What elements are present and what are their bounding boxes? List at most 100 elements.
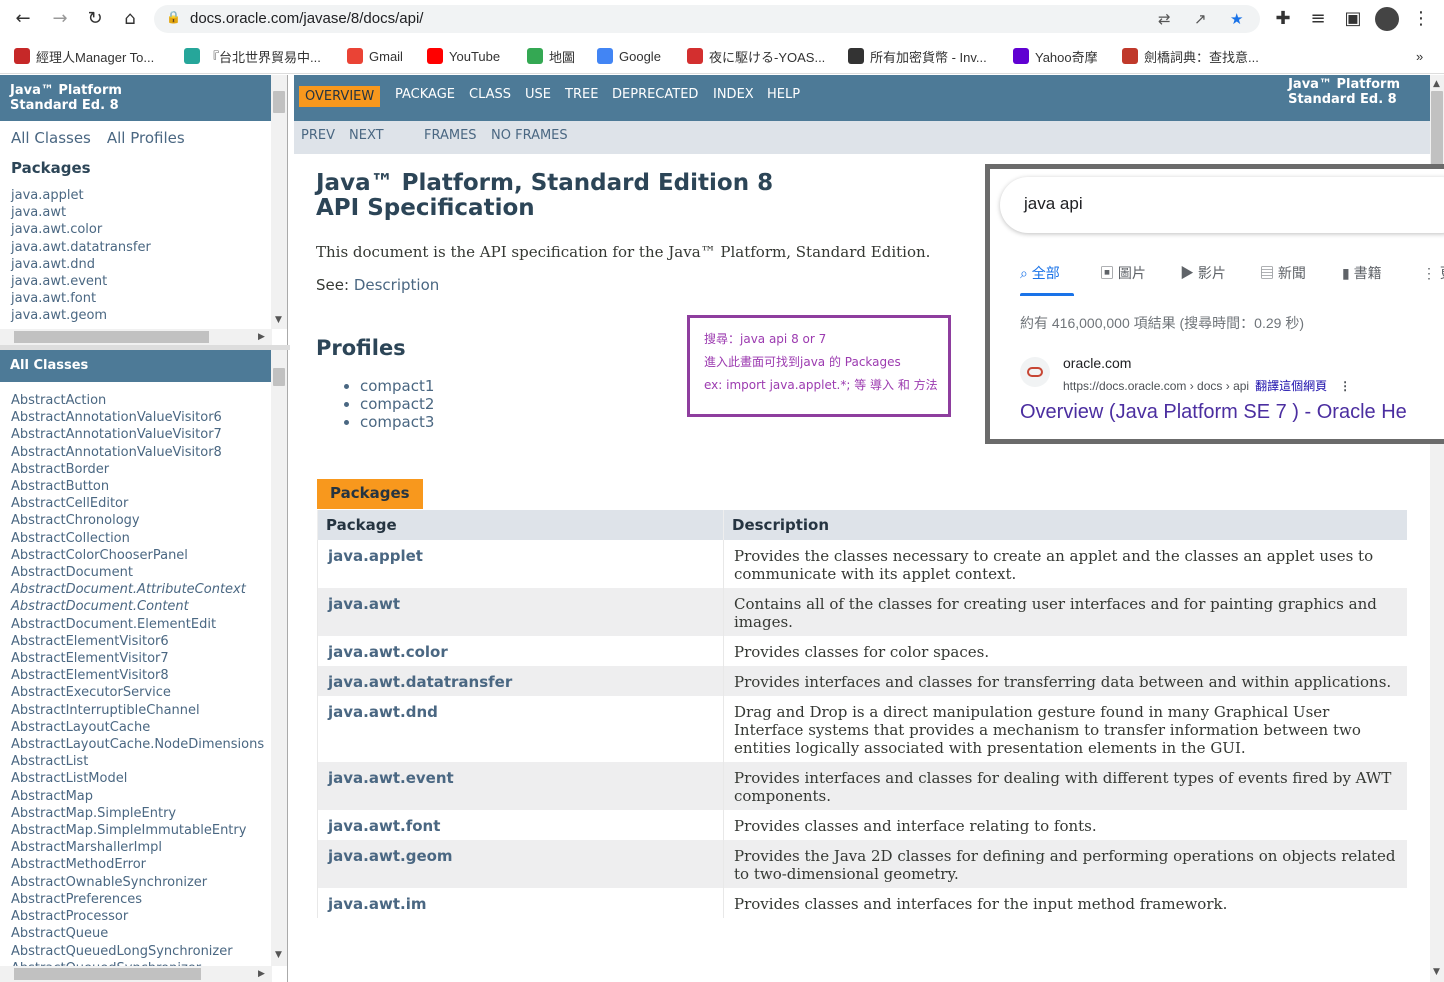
bookmark-item[interactable]: 夜に駆ける-YOAS... (687, 46, 825, 66)
class-link[interactable]: AbstractElementVisitor7 (11, 650, 276, 667)
bookmark-item[interactable]: 『台北世界貿易中... (184, 46, 321, 66)
scroll-down-icon[interactable]: ▼ (275, 950, 282, 960)
class-link[interactable]: AbstractProcessor (11, 908, 276, 925)
nav-tree[interactable]: TREE (565, 87, 598, 102)
class-link[interactable]: AbstractMarshallerImpl (11, 839, 276, 856)
class-link[interactable]: AbstractElementVisitor8 (11, 667, 276, 684)
package-link[interactable]: java.awt.event (11, 273, 276, 290)
package-name-link[interactable]: java.awt.im (317, 888, 724, 918)
scroll-up-icon[interactable]: ▲ (1433, 79, 1440, 89)
google-search-box[interactable]: java api (1000, 177, 1444, 233)
avatar[interactable] (1375, 7, 1399, 31)
package-name-link[interactable]: java.awt.font (317, 810, 724, 840)
class-link[interactable]: AbstractButton (11, 478, 276, 495)
forward-icon[interactable]: → (47, 6, 73, 32)
scroll-right-icon[interactable]: ▶ (258, 969, 265, 979)
vertical-scrollbar[interactable]: ▼ (271, 350, 287, 966)
nav-index[interactable]: INDEX (713, 87, 754, 102)
nav-use[interactable]: USE (525, 87, 551, 102)
no-frames-link[interactable]: NO FRAMES (491, 128, 568, 143)
class-link[interactable]: AbstractMap (11, 788, 276, 805)
package-link[interactable]: java.awt.color (11, 221, 276, 238)
reload-icon[interactable]: ↻ (82, 6, 108, 32)
nav-help[interactable]: HELP (767, 87, 800, 102)
translate-icon[interactable]: ⇄ (1158, 10, 1171, 28)
class-link[interactable]: AbstractCellEditor (11, 495, 276, 512)
home-icon[interactable]: ⌂ (117, 6, 143, 32)
class-link[interactable]: AbstractDocument.ElementEdit (11, 616, 276, 633)
package-name-link[interactable]: java.awt (317, 588, 724, 636)
scroll-thumb[interactable] (273, 91, 285, 113)
media-icon[interactable]: ≡ (1305, 6, 1331, 32)
nav-overview[interactable]: OVERVIEW (299, 86, 381, 107)
sidepanel-icon[interactable]: ▣ (1340, 6, 1366, 32)
class-link[interactable]: AbstractLayoutCache.NodeDimensions (11, 736, 276, 753)
bookmark-item[interactable]: Yahoo奇摩 (1013, 46, 1098, 66)
class-link[interactable]: AbstractAnnotationValueVisitor7 (11, 426, 276, 443)
class-link[interactable]: AbstractOwnableSynchronizer (11, 874, 276, 891)
bookmark-item[interactable]: 所有加密貨幣 - Inv... (848, 46, 987, 66)
scroll-right-icon[interactable]: ▶ (258, 332, 265, 342)
class-link[interactable]: AbstractMethodError (11, 856, 276, 873)
tab-news[interactable]: ▤ 新聞 (1260, 263, 1306, 283)
class-link[interactable]: AbstractQueuedLongSynchronizer (11, 943, 276, 960)
package-link[interactable]: java.awt.datatransfer (11, 239, 276, 256)
class-link[interactable]: AbstractMap.SimpleImmutableEntry (11, 822, 276, 839)
class-link[interactable]: AbstractColorChooserPanel (11, 547, 276, 564)
package-name-link[interactable]: java.awt.event (317, 762, 724, 810)
class-link[interactable]: AbstractLayoutCache (11, 719, 276, 736)
more-options-icon[interactable]: ⋮ (1339, 379, 1351, 393)
description-link[interactable]: Description (354, 276, 439, 294)
share-icon[interactable]: ↗ (1194, 10, 1207, 28)
tab-images[interactable]: ▣ 圖片 (1100, 263, 1146, 283)
back-icon[interactable]: ← (10, 6, 36, 32)
package-link[interactable]: java.awt.geom (11, 307, 276, 324)
bookmark-item[interactable]: YouTube (427, 46, 500, 66)
profile-link[interactable]: compact1 (360, 377, 434, 395)
scroll-down-icon[interactable]: ▼ (1433, 967, 1440, 977)
scroll-thumb[interactable] (14, 968, 201, 980)
class-link[interactable]: AbstractAction (11, 392, 276, 409)
class-link[interactable]: AbstractDocument.Content (11, 598, 276, 615)
tab-videos[interactable]: ▶ 影片 (1180, 263, 1226, 283)
class-link[interactable]: AbstractPreferences (11, 891, 276, 908)
horizontal-scrollbar[interactable]: ▶ (0, 966, 272, 982)
class-link[interactable]: AbstractDocument.AttributeContext (11, 581, 276, 598)
scroll-down-icon[interactable]: ▼ (275, 315, 282, 325)
vertical-scrollbar[interactable]: ▼ (271, 75, 287, 329)
class-link[interactable]: AbstractCollection (11, 530, 276, 547)
package-link[interactable]: java.awt (11, 204, 276, 221)
class-link[interactable]: AbstractBorder (11, 461, 276, 478)
package-link[interactable]: java.awt.dnd (11, 256, 276, 273)
class-link[interactable]: AbstractExecutorService (11, 684, 276, 701)
tab-more[interactable]: ⋮ 更 (1422, 263, 1444, 283)
result-title-link[interactable]: Overview (Java Platform SE 7 ) - Oracle … (1020, 401, 1407, 424)
tab-books[interactable]: ▮ 書籍 (1342, 263, 1382, 283)
class-link[interactable]: AbstractQueue (11, 925, 276, 942)
package-name-link[interactable]: java.awt.datatransfer (317, 666, 724, 696)
class-link[interactable]: AbstractDocument (11, 564, 276, 581)
bookmark-item[interactable]: 地圖 (527, 46, 575, 66)
class-link[interactable]: AbstractInterruptibleChannel (11, 702, 276, 719)
class-link[interactable]: AbstractListModel (11, 770, 276, 787)
more-bookmarks-icon[interactable]: » (1416, 46, 1423, 66)
package-name-link[interactable]: java.awt.geom (317, 840, 724, 888)
prev-link[interactable]: PREV (301, 128, 335, 143)
bookmark-item[interactable]: Google (597, 46, 661, 66)
profile-link[interactable]: compact3 (360, 413, 434, 431)
frames-link[interactable]: FRAMES (424, 128, 477, 143)
bookmark-star-icon[interactable]: ★ (1230, 10, 1243, 28)
horizontal-scrollbar[interactable]: ▶ (0, 329, 272, 345)
class-link[interactable]: AbstractChronology (11, 512, 276, 529)
nav-package[interactable]: PACKAGE (395, 87, 455, 102)
package-link[interactable]: java.applet (11, 187, 276, 204)
next-link[interactable]: NEXT (349, 128, 384, 143)
bookmark-item[interactable]: 劍橋詞典：查找意... (1122, 46, 1259, 66)
bookmark-item[interactable]: 經理人Manager To... (14, 46, 154, 66)
extensions-icon[interactable]: ✚ (1270, 6, 1296, 32)
package-name-link[interactable]: java.awt.color (317, 636, 724, 666)
nav-deprecated[interactable]: DEPRECATED (612, 87, 698, 102)
all-profiles-link[interactable]: All Profiles (107, 129, 185, 147)
scroll-thumb[interactable] (14, 331, 209, 343)
class-link[interactable]: AbstractAnnotationValueVisitor8 (11, 444, 276, 461)
